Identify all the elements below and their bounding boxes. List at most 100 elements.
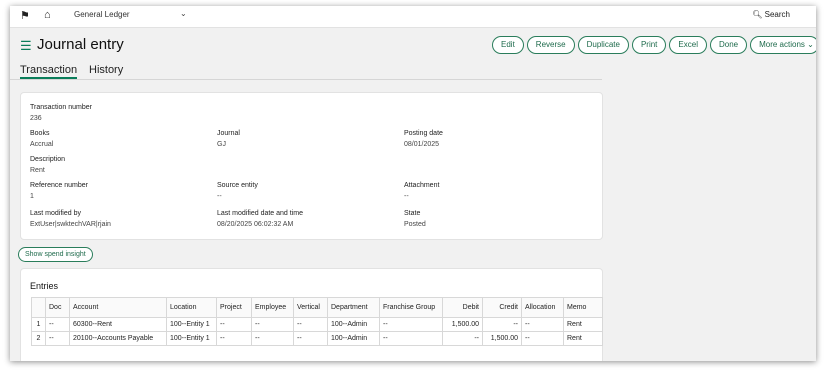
transaction-number-field: Transaction number 236	[30, 103, 92, 124]
search-button[interactable]: 🔍︎ Search	[752, 10, 790, 19]
module-selector[interactable]: General Ledger	[74, 10, 130, 19]
posting-date-field: Posting date 08/01/2025	[404, 129, 443, 150]
field-value: --	[404, 193, 409, 200]
search-icon: 🔍︎	[752, 10, 763, 19]
done-button[interactable]: Done	[709, 36, 748, 54]
column-header[interactable]: Credit	[482, 297, 522, 318]
table-cell: 100--Admin	[327, 317, 380, 332]
search-label: Search	[764, 10, 790, 19]
table-header-row: Doc Account Location Project Employee Ve…	[31, 297, 603, 318]
column-header[interactable]: Employee	[251, 297, 294, 318]
attachment-field: Attachment --	[404, 181, 439, 202]
home-icon[interactable]: ⌂	[44, 9, 51, 21]
field-value: 08/20/2025 06:02:32 AM	[217, 221, 294, 228]
app-window: ⚑ ⌂ General Ledger ⌄ 🔍︎ Search ☰ Journal…	[10, 6, 816, 361]
field-value: GJ	[217, 141, 226, 148]
column-header[interactable]: Location	[166, 297, 217, 318]
last-modified-by-field: Last modified by ExtUser|swktechVAR|rjai…	[30, 209, 111, 230]
field-value: Rent	[30, 167, 45, 174]
books-field: Books Accrual	[30, 129, 53, 150]
column-header[interactable]: Allocation	[521, 297, 564, 318]
page-title: Journal entry	[37, 36, 124, 53]
table-cell: --	[293, 331, 328, 346]
field-value: 08/01/2025	[404, 141, 440, 148]
table-cell: --	[216, 331, 252, 346]
table-cell: --	[379, 331, 443, 346]
table-cell: --	[251, 317, 294, 332]
table-cell: 60300--Rent	[69, 317, 167, 332]
field-label: Transaction number	[30, 104, 92, 111]
tab-bar: Transaction History	[10, 62, 602, 80]
field-label: Reference number	[30, 182, 88, 189]
field-label: Source entity	[217, 182, 258, 189]
print-button[interactable]: Print	[631, 36, 667, 54]
table-cell: Rent	[563, 317, 603, 332]
table-cell: 20100--Accounts Payable	[69, 331, 167, 346]
field-label: Attachment	[404, 182, 440, 189]
reverse-button[interactable]: Reverse	[526, 36, 575, 54]
column-header	[31, 297, 46, 318]
table-cell: --	[45, 331, 70, 346]
tab-history[interactable]: History	[89, 64, 123, 76]
field-value: 1	[30, 193, 34, 200]
field-value: 236	[30, 115, 42, 122]
column-header[interactable]: Debit	[442, 297, 483, 318]
field-label: Last modified date and time	[217, 210, 303, 217]
table-cell: 100--Entity 1	[166, 317, 217, 332]
page-header: ☰ Journal entry Edit Reverse Duplicate P…	[10, 30, 816, 62]
table-cell: --	[482, 317, 522, 332]
last-modified-date-field: Last modified date and time 08/20/2025 0…	[217, 209, 303, 230]
field-value: Posted	[404, 221, 426, 228]
edit-button[interactable]: Edit	[492, 36, 524, 54]
description-field: Description Rent	[30, 155, 65, 176]
field-label: Books	[30, 130, 50, 137]
menu-icon[interactable]: ☰	[20, 38, 32, 54]
column-header[interactable]: Franchise Group	[379, 297, 443, 318]
entries-title: Entries	[30, 281, 59, 291]
field-label: Journal	[217, 130, 240, 137]
chevron-down-icon: ⌄	[807, 40, 814, 49]
reference-number-field: Reference number 1	[30, 181, 88, 202]
column-header[interactable]: Memo	[563, 297, 603, 318]
table-row[interactable]: 1 -- 60300--Rent 100--Entity 1 -- -- -- …	[31, 317, 603, 332]
entries-card: Entries Doc Account Location Project Emp…	[20, 268, 603, 361]
chevron-down-icon[interactable]: ⌄	[180, 9, 187, 18]
show-spend-insight-button[interactable]: Show spend insight	[18, 247, 93, 262]
table-cell: --	[521, 331, 564, 346]
column-header[interactable]: Account	[69, 297, 167, 318]
table-cell: --	[293, 317, 328, 332]
table-cell: --	[442, 331, 483, 346]
table-cell: --	[216, 317, 252, 332]
table-cell: 1,500.00	[442, 317, 483, 332]
field-label: Posting date	[404, 130, 443, 137]
row-number: 1	[31, 317, 46, 332]
column-header[interactable]: Project	[216, 297, 252, 318]
table-cell: --	[521, 317, 564, 332]
table-row[interactable]: 2 -- 20100--Accounts Payable 100--Entity…	[31, 331, 603, 346]
column-header[interactable]: Doc	[45, 297, 70, 318]
more-actions-button[interactable]: More actions ⌄	[750, 36, 816, 54]
column-header[interactable]: Vertical	[293, 297, 328, 318]
table-cell: 1,500.00	[482, 331, 522, 346]
table-cell: --	[251, 331, 294, 346]
journal-field: Journal GJ	[217, 129, 240, 150]
table-cell: --	[379, 317, 443, 332]
column-header[interactable]: Department	[327, 297, 380, 318]
action-buttons: Edit Reverse Duplicate Print Excel Done …	[492, 36, 816, 54]
duplicate-button[interactable]: Duplicate	[577, 36, 629, 54]
field-value: Accrual	[30, 141, 54, 148]
table-cell: 100--Admin	[327, 331, 380, 346]
transaction-details-card: Transaction number 236 Books Accrual Jou…	[20, 92, 603, 240]
top-navigation-bar: ⚑ ⌂ General Ledger ⌄ 🔍︎ Search	[10, 6, 816, 28]
source-entity-field: Source entity --	[217, 181, 258, 202]
excel-button[interactable]: Excel	[669, 36, 707, 54]
flag-icon[interactable]: ⚑	[20, 9, 30, 22]
row-number: 2	[31, 331, 46, 346]
field-label: Description	[30, 156, 66, 163]
tab-transaction[interactable]: Transaction	[20, 64, 78, 79]
field-label: State	[404, 210, 421, 217]
table-cell: --	[45, 317, 70, 332]
more-actions-label: More actions	[759, 40, 805, 49]
field-value: --	[217, 193, 222, 200]
field-value: ExtUser|swktechVAR|rjain	[30, 221, 111, 228]
